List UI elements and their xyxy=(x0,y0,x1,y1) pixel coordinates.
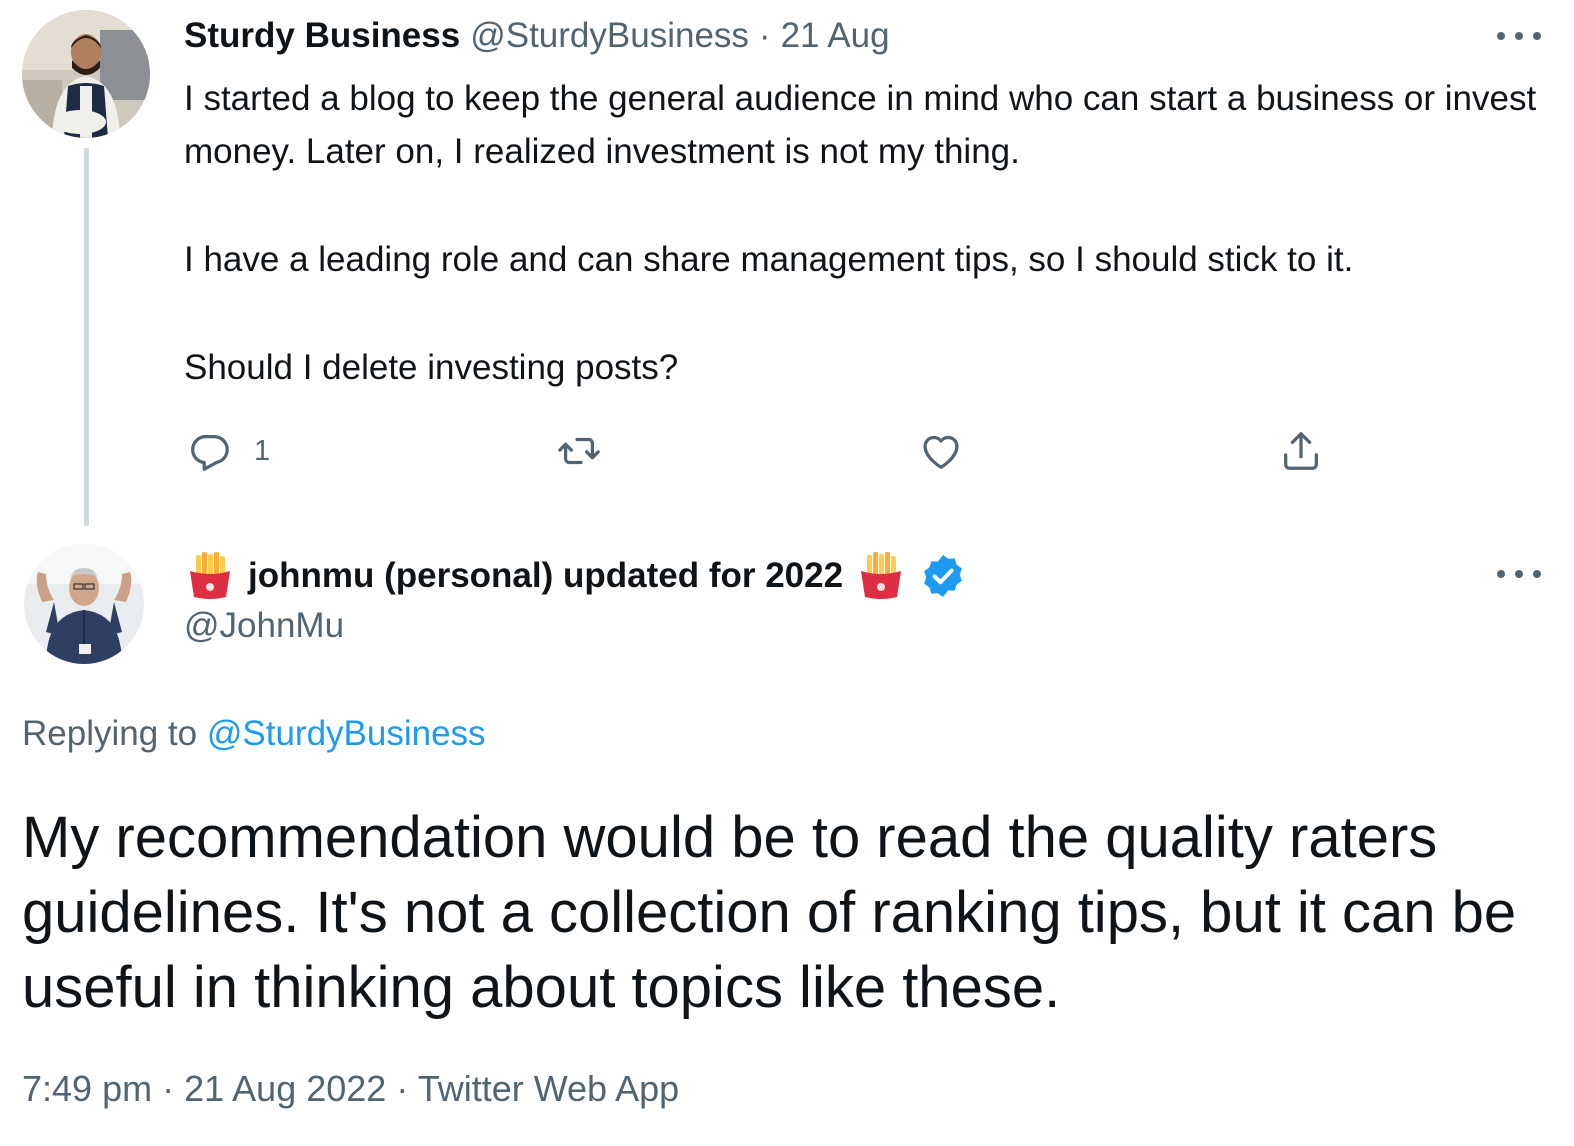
tweet-metadata: 7:49 pm · 21 Aug 2022 · Twitter Web App xyxy=(22,1068,679,1110)
profile-photo-icon xyxy=(22,10,150,138)
reply-icon xyxy=(191,434,229,471)
heart-icon xyxy=(923,435,959,469)
avatar-sturdy-business[interactable] xyxy=(22,10,150,138)
more-options-icon[interactable] xyxy=(1497,564,1541,584)
french-fries-icon xyxy=(857,551,905,601)
verified-badge-icon[interactable] xyxy=(919,552,967,600)
profile-photo-icon xyxy=(24,544,144,664)
meta-separator: · xyxy=(162,1068,175,1109)
reply-count: 1 xyxy=(254,434,271,467)
more-options-icon[interactable] xyxy=(1497,26,1541,46)
share-icon xyxy=(1284,432,1318,470)
reply-tweet-header: johnmu (personal) updated for 2022 xyxy=(186,548,967,604)
tweet-time[interactable]: 7:49 pm xyxy=(22,1068,152,1109)
avatar-johnmu[interactable] xyxy=(24,544,144,664)
like-button[interactable] xyxy=(918,428,986,474)
meta-separator: · xyxy=(396,1068,409,1109)
thread-connector-line xyxy=(84,148,89,526)
replying-prefix: Replying to xyxy=(22,714,198,753)
parent-tweet-header: Sturdy Business @SturdyBusiness · 21 Aug xyxy=(184,12,890,60)
replying-to-handle-link[interactable]: @SturdyBusiness xyxy=(207,714,486,753)
tweet-paragraph: I have a leading role and can share mana… xyxy=(184,240,1354,279)
reply-button[interactable]: 1 xyxy=(186,428,270,474)
parent-tweet-text: I started a blog to keep the general aud… xyxy=(184,72,1554,394)
author-display-name[interactable]: Sturdy Business xyxy=(184,16,460,56)
replying-to-line: Replying to @SturdyBusiness xyxy=(22,714,486,754)
tweet-full-date[interactable]: 21 Aug 2022 xyxy=(184,1068,386,1109)
reply-tweet-text: My recommendation would be to read the q… xyxy=(22,805,1517,1020)
tweet-source[interactable]: Twitter Web App xyxy=(418,1068,679,1109)
header-separator: · xyxy=(758,16,771,55)
author-display-name[interactable]: johnmu (personal) updated for 2022 xyxy=(248,556,843,596)
tweet-date[interactable]: 21 Aug xyxy=(781,16,890,56)
retweet-icon xyxy=(558,437,600,465)
author-handle[interactable]: @JohnMu xyxy=(184,606,344,646)
tweet-paragraph: I started a blog to keep the general aud… xyxy=(184,79,1537,171)
french-fries-icon xyxy=(186,551,234,601)
author-handle[interactable]: @SturdyBusiness xyxy=(470,16,749,56)
share-button[interactable] xyxy=(1278,428,1324,474)
retweet-button[interactable] xyxy=(556,428,624,474)
tweet-paragraph: Should I delete investing posts? xyxy=(184,348,679,387)
